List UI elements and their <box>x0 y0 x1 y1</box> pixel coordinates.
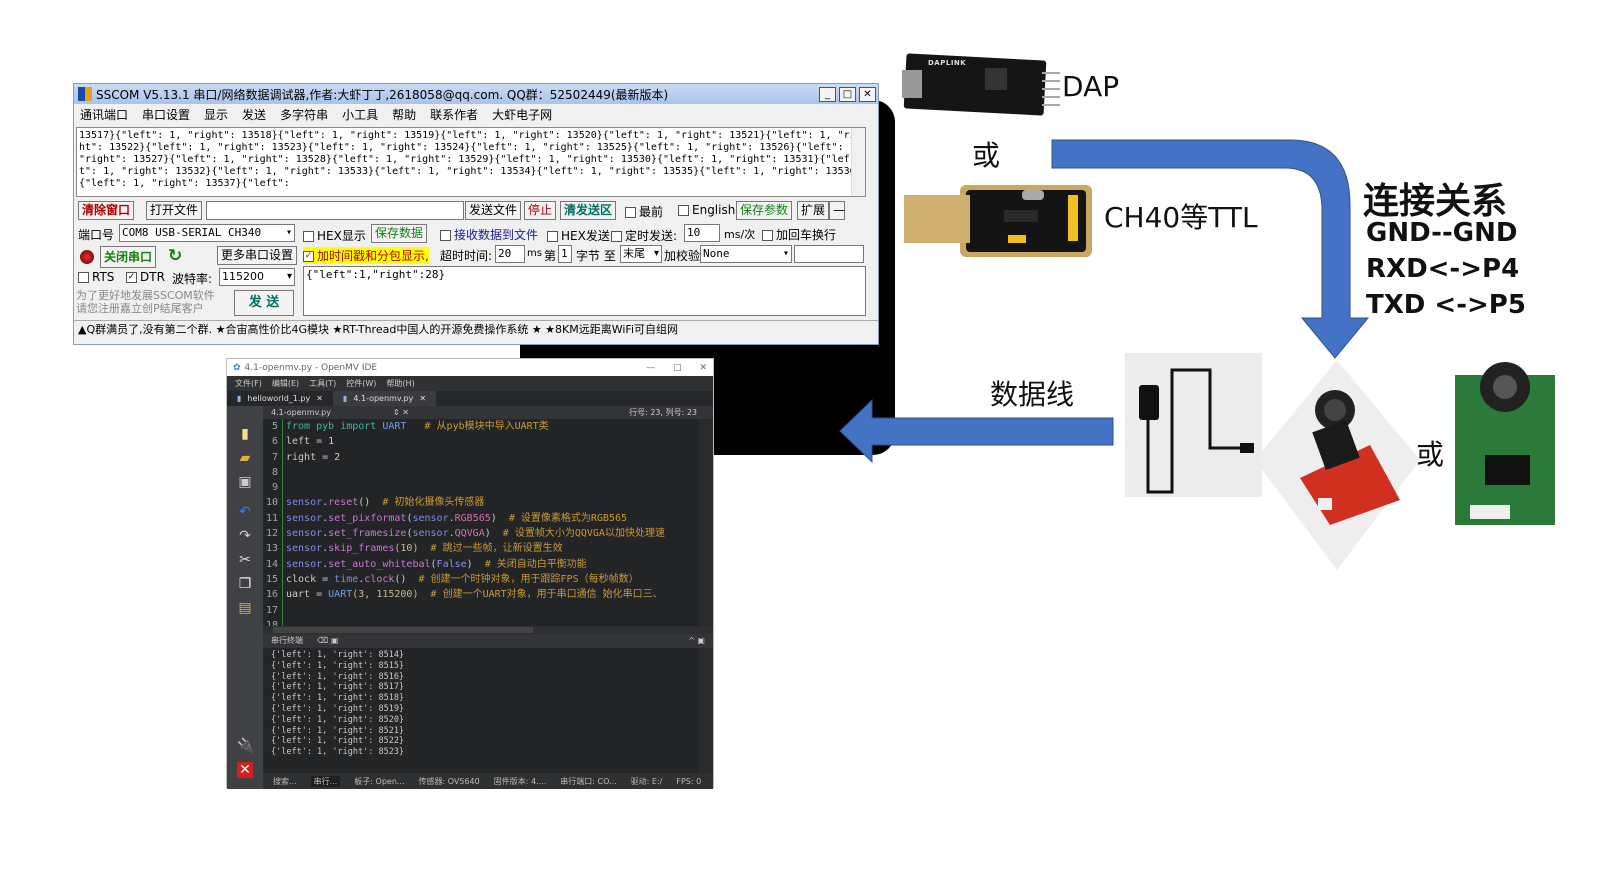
connection-gnd: GND--GND <box>1366 218 1518 248</box>
dap-board-label: DAPLINK <box>928 59 967 67</box>
connection-txd: TXD <->P5 <box>1366 290 1526 320</box>
ch340-label: CH40等TTL <box>1104 201 1258 234</box>
usb-cable-image <box>1125 353 1262 497</box>
openmv-camera-green-image <box>1455 362 1555 525</box>
diagram-layer <box>839 53 1555 570</box>
dap-board-image <box>902 53 1060 116</box>
or-label-2: 或 <box>1416 438 1445 471</box>
cable-label: 数据线 <box>990 378 1075 411</box>
connection-list: GND--GND RXD<->P4 TXD <->P5 <box>1366 215 1526 323</box>
ch340-board-image <box>904 185 1092 257</box>
or-label: 或 <box>972 139 1001 172</box>
down-arrow <box>1051 139 1370 359</box>
connection-rxd: RXD<->P4 <box>1366 254 1520 284</box>
dap-label: DAP <box>1062 70 1120 103</box>
